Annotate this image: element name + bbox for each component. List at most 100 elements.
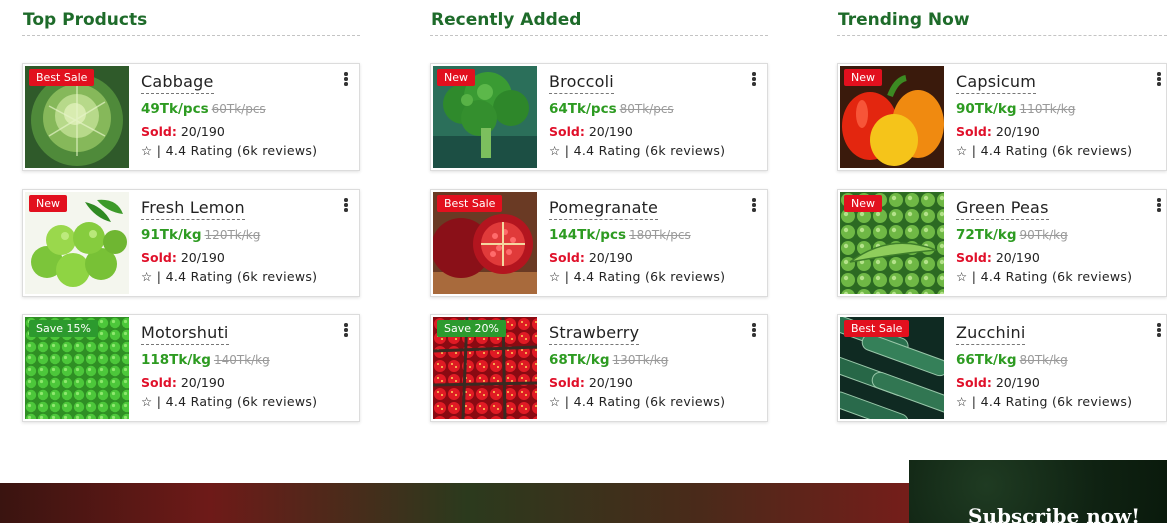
subscribe-panel: Subscribe now! [909, 460, 1167, 523]
more-options-icon[interactable] [343, 323, 349, 339]
product-old-price: 90Tk/kg [1019, 228, 1068, 242]
product-badge: New [437, 69, 475, 86]
product-price: 144Tk/pcs [549, 227, 626, 243]
sold-row: Sold: 20/190 [549, 375, 633, 390]
sold-row: Sold: 20/190 [141, 250, 225, 265]
price-row: 49Tk/pcs 60Tk/pcs [141, 100, 266, 118]
product-name[interactable]: Cabbage [141, 72, 214, 94]
product-rating: ☆ | 4.4 Rating (6k reviews) [141, 394, 318, 409]
product-price: 68Tk/kg [549, 352, 610, 368]
more-options-icon[interactable] [1156, 198, 1162, 214]
price-row: 72Tk/kg 90Tk/kg [956, 226, 1068, 244]
product-rating: ☆ | 4.4 Rating (6k reviews) [549, 143, 726, 158]
sold-label: Sold: [549, 375, 585, 390]
divider [430, 35, 768, 36]
product-rating: ☆ | 4.4 Rating (6k reviews) [956, 269, 1133, 284]
product-card-strawberry[interactable]: Save 20% Strawberry 68Tk/kg 130Tk/kg Sold… [430, 314, 768, 422]
product-old-price: 80Tk/pcs [619, 102, 674, 116]
sold-label: Sold: [956, 375, 992, 390]
column-title: Recently Added [431, 10, 582, 30]
sold-label: Sold: [141, 250, 177, 265]
subscribe-title: Subscribe now! [968, 504, 1141, 523]
product-card-cabbage[interactable]: Best Sale Cabbage 49Tk/pcs 60Tk/pcs Sold:… [22, 63, 360, 171]
product-badge: Save 20% [437, 320, 506, 337]
product-badge: New [844, 69, 882, 86]
product-name[interactable]: Pomegranate [549, 198, 659, 220]
product-card-motorshuti[interactable]: Save 15% Motorshuti 118Tk/kg 140Tk/kg Sol… [22, 314, 360, 422]
sold-count: 20/190 [180, 375, 225, 390]
price-row: 144Tk/pcs 180Tk/pcs [549, 226, 691, 244]
sold-row: Sold: 20/190 [549, 250, 633, 265]
sold-label: Sold: [141, 124, 177, 139]
sold-row: Sold: 20/190 [141, 375, 225, 390]
product-name[interactable]: Broccoli [549, 72, 614, 94]
sold-label: Sold: [549, 250, 585, 265]
sold-count: 20/190 [995, 124, 1040, 139]
product-old-price: 180Tk/pcs [629, 228, 691, 242]
sold-count: 20/190 [995, 250, 1040, 265]
price-row: 118Tk/kg 140Tk/kg [141, 351, 270, 369]
sold-label: Sold: [549, 124, 585, 139]
more-options-icon[interactable] [343, 198, 349, 214]
product-price: 118Tk/kg [141, 352, 211, 368]
product-card-fresh-lemon[interactable]: New Fresh Lemon 91Tk/kg 120Tk/kg Sold: 20… [22, 189, 360, 297]
product-rating: ☆ | 4.4 Rating (6k reviews) [549, 269, 726, 284]
product-card-green-peas[interactable]: New Green Peas 72Tk/kg 90Tk/kg Sold: 20/1… [837, 189, 1167, 297]
product-name[interactable]: Capsicum [956, 72, 1037, 94]
more-options-icon[interactable] [1156, 72, 1162, 88]
sold-count: 20/190 [180, 250, 225, 265]
product-badge: New [844, 195, 882, 212]
product-old-price: 140Tk/kg [213, 353, 270, 367]
price-row: 68Tk/kg 130Tk/kg [549, 351, 668, 369]
price-row: 64Tk/pcs 80Tk/pcs [549, 100, 674, 118]
product-badge: New [29, 195, 67, 212]
sold-label: Sold: [141, 375, 177, 390]
sold-count: 20/190 [995, 375, 1040, 390]
product-old-price: 130Tk/kg [612, 353, 669, 367]
product-card-zucchini[interactable]: Best Sale Zucchini 66Tk/kg 80Tk/kg Sold: … [837, 314, 1167, 422]
sold-row: Sold: 20/190 [549, 124, 633, 139]
product-price: 90Tk/kg [956, 101, 1017, 117]
sold-count: 20/190 [180, 124, 225, 139]
sold-count: 20/190 [588, 250, 633, 265]
product-price: 49Tk/pcs [141, 101, 209, 117]
more-options-icon[interactable] [1156, 323, 1162, 339]
product-name[interactable]: Strawberry [549, 323, 640, 345]
sold-row: Sold: 20/190 [141, 124, 225, 139]
product-name[interactable]: Green Peas [956, 198, 1049, 220]
product-rating: ☆ | 4.4 Rating (6k reviews) [549, 394, 726, 409]
product-rating: ☆ | 4.4 Rating (6k reviews) [141, 143, 318, 158]
product-badge: Best Sale [844, 320, 910, 337]
product-price: 66Tk/kg [956, 352, 1017, 368]
product-name[interactable]: Zucchini [956, 323, 1026, 345]
product-rating: ☆ | 4.4 Rating (6k reviews) [956, 143, 1133, 158]
product-old-price: 110Tk/kg [1019, 102, 1076, 116]
sold-row: Sold: 20/190 [956, 124, 1040, 139]
product-old-price: 60Tk/pcs [211, 102, 266, 116]
product-card-broccoli[interactable]: New Broccoli 64Tk/pcs 80Tk/pcs Sold: 20/1… [430, 63, 768, 171]
sold-row: Sold: 20/190 [956, 250, 1040, 265]
product-price: 64Tk/pcs [549, 101, 617, 117]
column-title: Top Products [23, 10, 148, 30]
sold-label: Sold: [956, 124, 992, 139]
sold-row: Sold: 20/190 [956, 375, 1040, 390]
divider [837, 35, 1167, 36]
product-old-price: 80Tk/kg [1019, 353, 1068, 367]
product-card-capsicum[interactable]: New Capsicum 90Tk/kg 110Tk/kg Sold: 20/19… [837, 63, 1167, 171]
product-name[interactable]: Fresh Lemon [141, 198, 245, 220]
more-options-icon[interactable] [751, 72, 757, 88]
product-badge: Best Sale [29, 69, 95, 86]
product-name[interactable]: Motorshuti [141, 323, 229, 345]
product-badge: Save 15% [29, 320, 98, 337]
more-options-icon[interactable] [751, 198, 757, 214]
sold-label: Sold: [956, 250, 992, 265]
product-rating: ☆ | 4.4 Rating (6k reviews) [956, 394, 1133, 409]
price-row: 66Tk/kg 80Tk/kg [956, 351, 1068, 369]
more-options-icon[interactable] [343, 72, 349, 88]
divider [22, 35, 360, 36]
product-card-pomegranate[interactable]: Best Sale Pomegranate 144Tk/pcs 180Tk/pcs… [430, 189, 768, 297]
sold-count: 20/190 [588, 124, 633, 139]
more-options-icon[interactable] [751, 323, 757, 339]
column-title: Trending Now [838, 10, 970, 30]
product-price: 91Tk/kg [141, 227, 202, 243]
